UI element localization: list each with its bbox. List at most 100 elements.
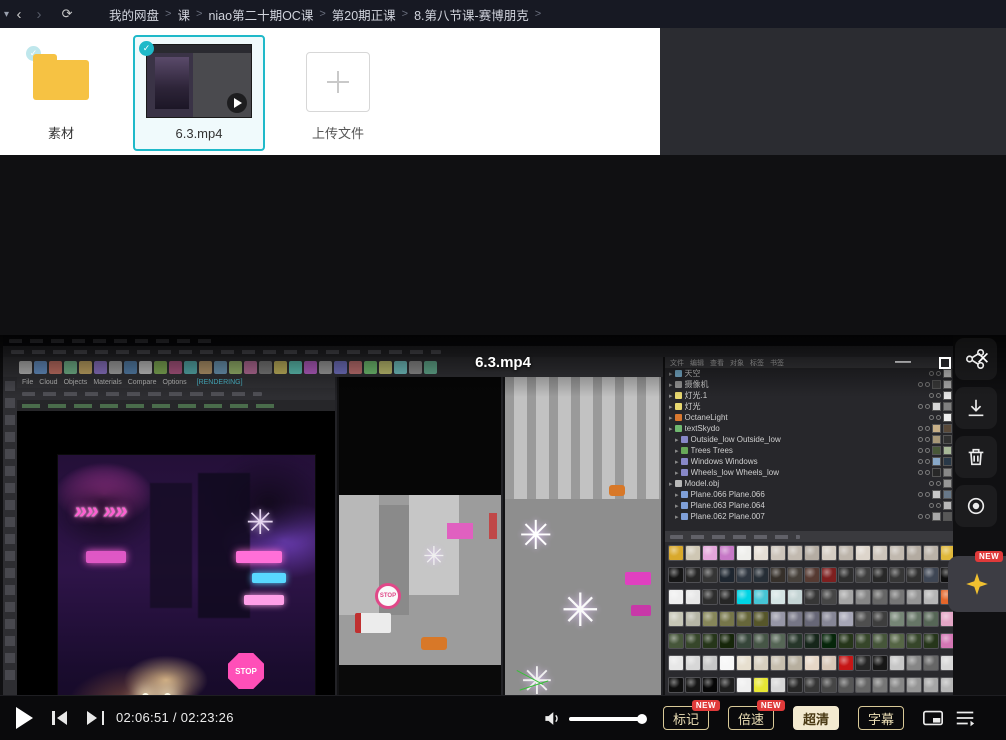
volume-icon[interactable] <box>543 709 562 733</box>
material-swatch[interactable] <box>668 633 684 649</box>
material-swatch[interactable] <box>940 611 953 627</box>
material-swatch[interactable] <box>736 633 752 649</box>
material-swatch[interactable] <box>838 655 854 671</box>
material-swatch[interactable] <box>736 567 752 583</box>
material-swatch[interactable] <box>804 589 820 605</box>
material-swatch[interactable] <box>753 677 769 693</box>
material-swatch[interactable] <box>804 567 820 583</box>
material-swatch[interactable] <box>923 677 939 693</box>
material-swatch[interactable] <box>804 545 820 561</box>
material-swatch[interactable] <box>838 589 854 605</box>
material-swatch[interactable] <box>787 677 803 693</box>
material-swatch[interactable] <box>685 633 701 649</box>
material-swatch[interactable] <box>855 567 871 583</box>
material-swatch[interactable] <box>685 567 701 583</box>
material-swatch[interactable] <box>872 567 888 583</box>
next-button[interactable] <box>84 710 104 726</box>
material-swatch[interactable] <box>668 677 684 693</box>
material-swatch[interactable] <box>838 677 854 693</box>
material-swatch[interactable] <box>668 545 684 561</box>
download-button[interactable] <box>955 387 997 429</box>
subtitle-button[interactable]: 字幕 <box>858 706 904 730</box>
material-swatch[interactable] <box>770 677 786 693</box>
object-row[interactable]: ▸摄像机 <box>665 379 953 390</box>
material-swatch[interactable] <box>770 655 786 671</box>
play-button[interactable] <box>16 707 33 729</box>
mark-button[interactable]: 标记 NEW <box>663 706 709 730</box>
material-swatch[interactable] <box>821 589 837 605</box>
material-swatch[interactable] <box>719 655 735 671</box>
material-swatch[interactable] <box>923 589 939 605</box>
material-swatch[interactable] <box>736 611 752 627</box>
material-swatch[interactable] <box>906 545 922 561</box>
material-swatch[interactable] <box>787 611 803 627</box>
object-row[interactable]: ▸Outside_low Outside_low <box>665 434 953 445</box>
folder-tile[interactable]: ✓ 素材 <box>18 38 104 150</box>
material-swatch[interactable] <box>906 589 922 605</box>
material-swatch[interactable] <box>702 589 718 605</box>
material-swatch[interactable] <box>736 655 752 671</box>
breadcrumb-item[interactable]: 第20期正课 <box>332 5 396 24</box>
volume-slider[interactable] <box>569 717 645 721</box>
material-swatch[interactable] <box>838 545 854 561</box>
material-swatch[interactable] <box>923 633 939 649</box>
minimize-button[interactable]: — <box>890 353 916 371</box>
material-swatch[interactable] <box>821 633 837 649</box>
playlist-button[interactable] <box>954 708 976 733</box>
material-swatch[interactable] <box>889 589 905 605</box>
video-checkbox[interactable]: ✓ <box>139 41 154 56</box>
material-swatch[interactable] <box>668 589 684 605</box>
material-swatch[interactable] <box>753 655 769 671</box>
material-swatch[interactable] <box>872 655 888 671</box>
material-swatch[interactable] <box>719 633 735 649</box>
back-button[interactable]: ‹ <box>9 6 29 23</box>
material-swatch[interactable] <box>736 589 752 605</box>
material-swatch[interactable] <box>804 655 820 671</box>
material-swatch[interactable] <box>923 545 939 561</box>
material-swatch[interactable] <box>702 545 718 561</box>
material-swatch[interactable] <box>719 589 735 605</box>
material-swatch[interactable] <box>821 677 837 693</box>
material-swatch[interactable] <box>804 611 820 627</box>
material-swatch[interactable] <box>753 611 769 627</box>
quality-button[interactable]: 超清 <box>793 706 839 730</box>
breadcrumb-item[interactable]: 8.第八节课-赛博朋克 <box>414 5 529 24</box>
material-swatch[interactable] <box>923 655 939 671</box>
material-swatch[interactable] <box>668 567 684 583</box>
delete-button[interactable] <box>955 436 997 478</box>
material-swatch[interactable] <box>702 655 718 671</box>
material-swatch[interactable] <box>770 633 786 649</box>
material-swatch[interactable] <box>787 545 803 561</box>
material-swatch[interactable] <box>889 611 905 627</box>
material-swatch[interactable] <box>855 677 871 693</box>
material-swatch[interactable] <box>770 611 786 627</box>
forward-button[interactable]: › <box>29 6 49 23</box>
material-swatch[interactable] <box>838 567 854 583</box>
material-swatch[interactable] <box>872 677 888 693</box>
material-swatch[interactable] <box>889 677 905 693</box>
material-swatch[interactable] <box>787 633 803 649</box>
material-swatch[interactable] <box>685 545 701 561</box>
material-swatch[interactable] <box>821 655 837 671</box>
material-swatch[interactable] <box>719 567 735 583</box>
material-swatch[interactable] <box>940 633 953 649</box>
material-swatch[interactable] <box>685 655 701 671</box>
material-swatch[interactable] <box>889 545 905 561</box>
object-row[interactable]: ▸Model.obj <box>665 478 953 489</box>
breadcrumb-item[interactable]: 我的网盘 <box>109 5 159 24</box>
material-swatch[interactable] <box>719 677 735 693</box>
speed-button[interactable]: 倍速 NEW <box>728 706 774 730</box>
material-swatch[interactable] <box>702 611 718 627</box>
material-swatch[interactable] <box>702 677 718 693</box>
material-swatch[interactable] <box>872 633 888 649</box>
breadcrumb-item[interactable]: niao第二十期OC课 <box>208 5 313 24</box>
material-swatch[interactable] <box>685 611 701 627</box>
material-swatch[interactable] <box>685 589 701 605</box>
material-swatch[interactable] <box>770 589 786 605</box>
object-row[interactable]: ▸Plane.066 Plane.066 <box>665 489 953 500</box>
material-swatch[interactable] <box>940 677 953 693</box>
material-swatch[interactable] <box>753 545 769 561</box>
material-swatch[interactable] <box>770 545 786 561</box>
material-swatch[interactable] <box>787 589 803 605</box>
previous-button[interactable] <box>52 710 72 726</box>
